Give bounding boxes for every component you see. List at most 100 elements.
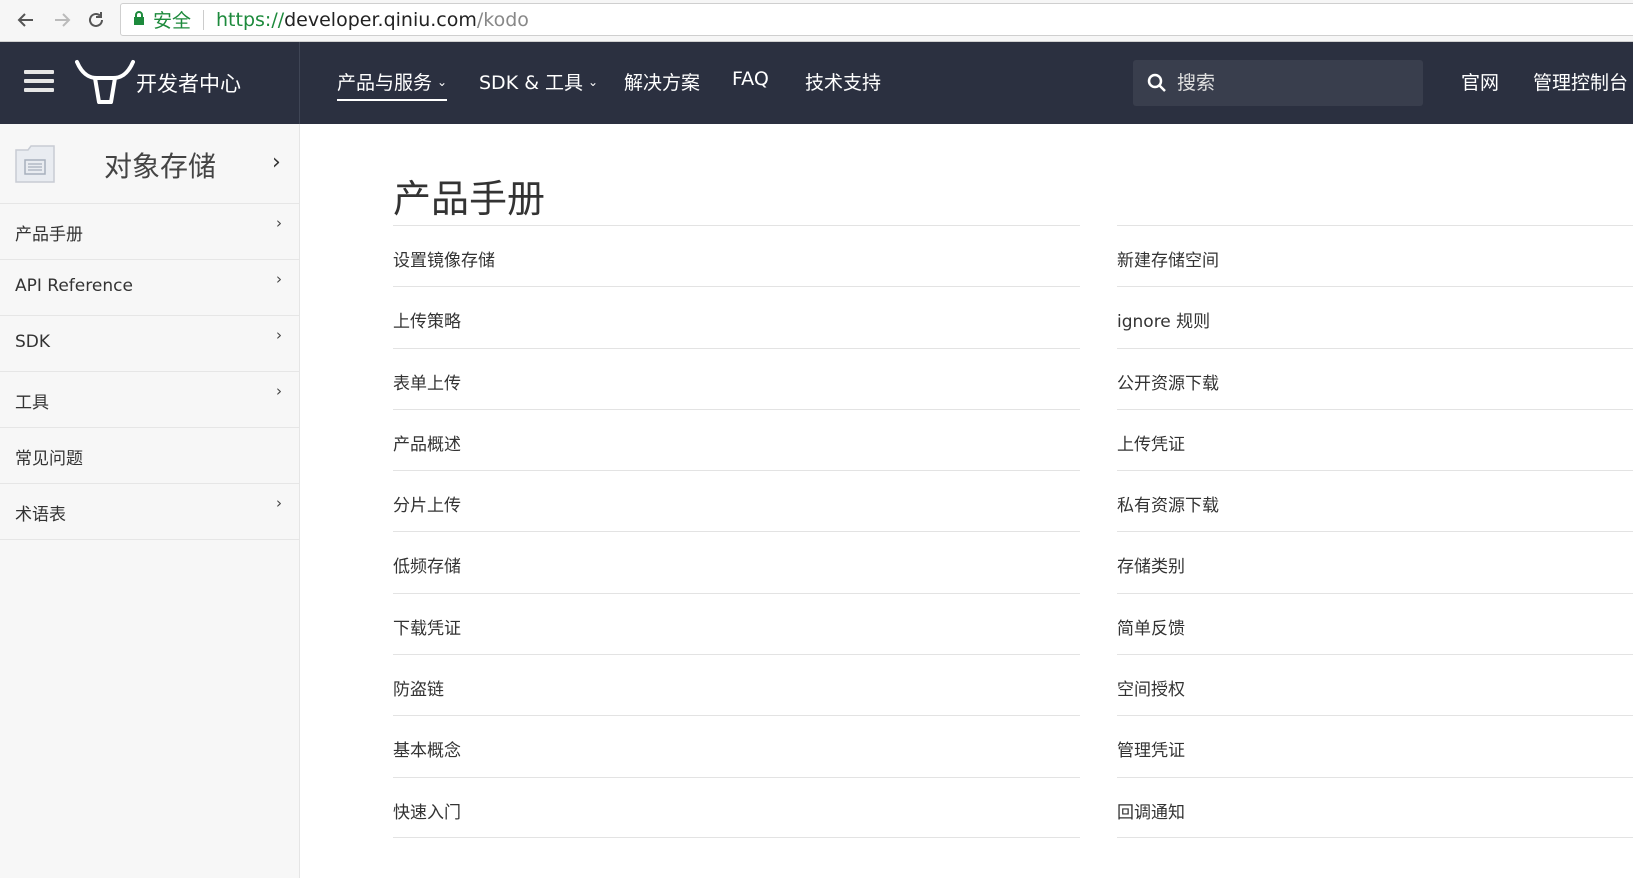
sidebar-item-label: 术语表 bbox=[15, 505, 66, 525]
list-item[interactable]: 公开资源下载 bbox=[1117, 347, 1633, 409]
chevron-right-icon: › bbox=[276, 326, 282, 344]
chevron-right-icon: › bbox=[276, 494, 282, 512]
link-text: 低频存储 bbox=[393, 557, 461, 578]
list-item[interactable]: 低频存储 bbox=[393, 531, 1080, 592]
link-text: 上传策略 bbox=[393, 312, 461, 333]
link-text: 设置镜像存储 bbox=[393, 251, 495, 271]
nav-label: 产品与服务 bbox=[337, 72, 433, 94]
forward-button[interactable] bbox=[48, 6, 76, 34]
reload-button[interactable] bbox=[82, 6, 110, 34]
link-text: 新建存储空间 bbox=[1117, 251, 1219, 271]
link-text: 回调通知 bbox=[1117, 802, 1185, 823]
manual-links-right: 新建存储空间 ignore 规则 公开资源下载 上传凭证 私有资源下载 存储类别… bbox=[1117, 225, 1633, 838]
list-item[interactable]: 设置镜像存储 bbox=[393, 225, 1080, 286]
link-text: 产品概述 bbox=[393, 434, 461, 455]
nav-label: FAQ bbox=[732, 68, 769, 90]
list-item[interactable]: 空间授权 bbox=[1117, 654, 1633, 715]
link-console[interactable]: 管理控制台 bbox=[1533, 68, 1628, 95]
page-title: 产品手册 bbox=[393, 177, 546, 221]
link-text: 私有资源下载 bbox=[1117, 496, 1219, 517]
link-text: ignore 规则 bbox=[1117, 312, 1211, 333]
link-text: 存储类别 bbox=[1117, 557, 1185, 578]
list-item[interactable]: 回调通知 bbox=[1117, 776, 1633, 838]
sidebar-item-faq[interactable]: 常见问题 bbox=[0, 428, 299, 484]
list-item[interactable]: 防盗链 bbox=[393, 654, 1080, 715]
link-text: 快速入门 bbox=[393, 802, 461, 823]
list-item[interactable]: 简单反馈 bbox=[1117, 592, 1633, 654]
sidebar-item-product-manual[interactable]: 产品手册 › bbox=[0, 204, 299, 260]
chevron-right-icon: › bbox=[276, 382, 282, 400]
nav-solutions[interactable]: 解决方案 bbox=[624, 68, 700, 95]
list-item[interactable]: 上传凭证 bbox=[1117, 408, 1633, 470]
site-header: 开发者中心 产品与服务 ⌄ SDK & 工具 ⌄ 解决方案 FAQ 技术支持 官… bbox=[0, 42, 1633, 124]
brand-name: 开发者中心 bbox=[136, 72, 241, 96]
secure-label: 安全 bbox=[153, 10, 192, 32]
storage-box-icon bbox=[15, 145, 55, 183]
link-official-site[interactable]: 官网 bbox=[1461, 68, 1499, 95]
nav-tech-support[interactable]: 技术支持 bbox=[805, 68, 881, 95]
sidebar: 对象存储 › 产品手册 › API Reference › SDK › 工具 ›… bbox=[0, 124, 300, 878]
list-item[interactable]: 存储类别 bbox=[1117, 531, 1633, 592]
back-button[interactable] bbox=[12, 6, 40, 34]
manual-links-left: 设置镜像存储 上传策略 表单上传 产品概述 分片上传 低频存储 下载凭证 防盗链… bbox=[393, 225, 1080, 838]
url-path: /kodo bbox=[476, 8, 529, 31]
list-item[interactable]: 下载凭证 bbox=[393, 592, 1080, 654]
link-text: 防盗链 bbox=[393, 680, 444, 701]
nav-label: 解决方案 bbox=[624, 72, 701, 94]
hamburger-menu-icon[interactable] bbox=[24, 70, 54, 96]
bull-logo-icon bbox=[75, 60, 135, 104]
list-item[interactable]: 基本概念 bbox=[393, 715, 1080, 776]
chevron-right-icon: › bbox=[276, 270, 282, 288]
header-divider bbox=[299, 42, 300, 124]
chevron-down-icon: ⌄ bbox=[588, 74, 599, 89]
address-divider bbox=[203, 9, 205, 30]
sidebar-item-glossary[interactable]: 术语表 › bbox=[0, 484, 299, 540]
reload-icon bbox=[89, 12, 103, 27]
sidebar-item-label: SDK bbox=[15, 332, 51, 352]
link-text: 表单上传 bbox=[393, 373, 461, 394]
sidebar-item-tools[interactable]: 工具 › bbox=[0, 372, 299, 428]
list-item[interactable]: 新建存储空间 bbox=[1117, 225, 1633, 286]
link-text: 管理凭证 bbox=[1117, 741, 1185, 762]
address-bar[interactable]: 安全 https:// developer.qiniu.com /kodo bbox=[120, 3, 1633, 36]
link-text: 简单反馈 bbox=[1117, 618, 1185, 639]
link-text: 下载凭证 bbox=[393, 618, 461, 639]
sidebar-item-api-reference[interactable]: API Reference › bbox=[0, 260, 299, 316]
nav-label: 技术支持 bbox=[805, 72, 882, 94]
nav-products-services[interactable]: 产品与服务 ⌄ bbox=[337, 68, 448, 101]
list-item[interactable]: 私有资源下载 bbox=[1117, 470, 1633, 531]
url-host: developer.qiniu.com bbox=[284, 8, 477, 31]
chevron-right-icon: › bbox=[276, 214, 282, 232]
link-text: 上传凭证 bbox=[1117, 434, 1185, 455]
link-text: 分片上传 bbox=[393, 496, 461, 517]
link-text: 空间授权 bbox=[1117, 680, 1185, 701]
lock-icon bbox=[133, 9, 145, 31]
url-scheme: https:// bbox=[216, 8, 285, 31]
forward-arrow-icon bbox=[55, 13, 71, 27]
search-input[interactable] bbox=[1177, 72, 1407, 94]
sidebar-item-label: 工具 bbox=[15, 393, 49, 413]
link-text: 基本概念 bbox=[393, 741, 461, 762]
browser-toolbar: 安全 https:// developer.qiniu.com /kodo bbox=[0, 0, 1633, 42]
list-item[interactable]: 上传策略 bbox=[393, 286, 1080, 347]
sidebar-item-label: API Reference bbox=[15, 276, 133, 296]
list-item[interactable]: 管理凭证 bbox=[1117, 715, 1633, 776]
sidebar-product-header[interactable]: 对象存储 › bbox=[0, 124, 299, 204]
sidebar-product-title: 对象存储 bbox=[104, 150, 217, 183]
sidebar-item-sdk[interactable]: SDK › bbox=[0, 316, 299, 372]
chevron-right-icon: › bbox=[272, 150, 281, 175]
list-item[interactable]: 快速入门 bbox=[393, 776, 1080, 838]
sidebar-item-label: 常见问题 bbox=[15, 449, 83, 469]
nav-sdk-tools[interactable]: SDK & 工具 ⌄ bbox=[479, 68, 598, 95]
list-item[interactable]: 产品概述 bbox=[393, 408, 1080, 470]
list-item[interactable]: ignore 规则 bbox=[1117, 286, 1633, 347]
nav-faq[interactable]: FAQ bbox=[732, 68, 769, 90]
back-arrow-icon bbox=[17, 13, 33, 27]
list-item[interactable]: 分片上传 bbox=[393, 470, 1080, 531]
nav-label: SDK & 工具 bbox=[479, 72, 584, 94]
link-text: 公开资源下载 bbox=[1117, 373, 1219, 394]
main-content: 产品手册 设置镜像存储 上传策略 表单上传 产品概述 分片上传 低频存储 下载凭… bbox=[300, 124, 1633, 878]
search-box bbox=[1133, 60, 1423, 106]
search-icon bbox=[1147, 73, 1166, 92]
list-item[interactable]: 表单上传 bbox=[393, 347, 1080, 409]
